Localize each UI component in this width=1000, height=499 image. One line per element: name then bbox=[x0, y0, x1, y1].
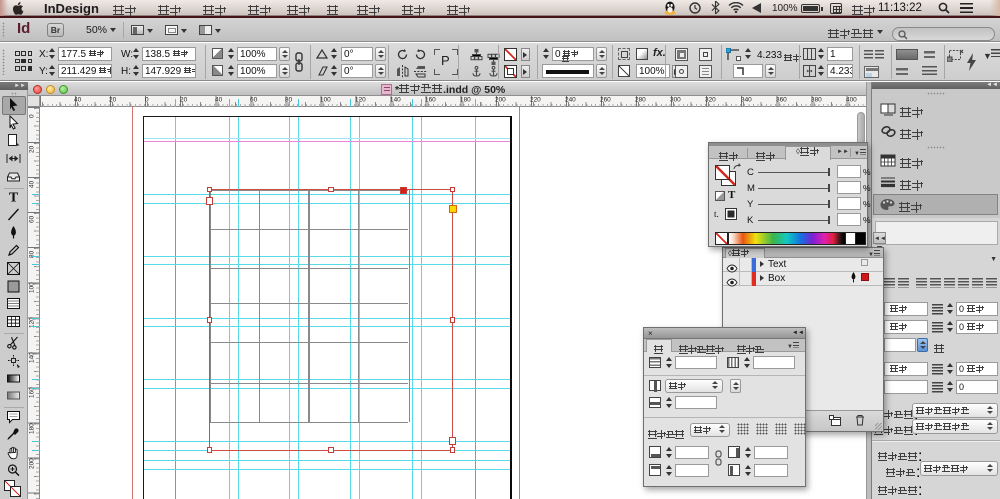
svg-text:T: T bbox=[9, 191, 19, 205]
